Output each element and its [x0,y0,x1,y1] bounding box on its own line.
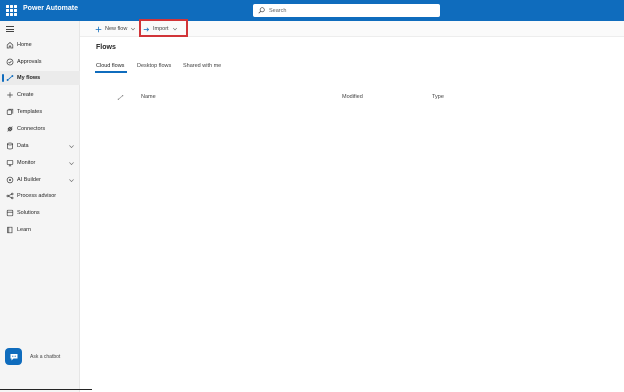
sidebar-item-label: Solutions [17,210,40,216]
column-header-modified[interactable]: Modified [342,94,363,100]
sidebar-item-monitor[interactable]: Monitor [0,156,80,170]
flow-icon [6,74,14,82]
tab-desktop-flows[interactable]: Desktop flows [137,63,171,69]
learn-icon [6,226,14,234]
chevron-down-icon[interactable] [68,160,75,167]
chatbot-label[interactable]: Ask a chatbot [30,354,60,360]
column-header-type[interactable]: Type [432,94,444,100]
sidebar-item-connectors[interactable]: Connectors [0,122,80,136]
sidebar-item-label: Monitor [17,160,36,166]
sidebar-item-approvals[interactable]: Approvals [0,55,80,69]
sidebar-item-label: AI Builder [17,177,41,183]
sidebar-item-label: Approvals [17,59,42,65]
sidebar-item-ai-builder[interactable]: AI Builder [0,173,80,187]
search-box[interactable]: Search [253,4,440,17]
monitor-icon [6,159,14,167]
top-bar: Power Automate Search [0,0,624,21]
chevron-down-icon[interactable] [68,177,75,184]
process-advisor-icon [6,192,14,200]
sidebar-item-data[interactable]: Data [0,139,80,153]
divider [0,389,92,390]
plus-icon [6,91,14,99]
chevron-down-icon [131,27,136,31]
data-icon [6,142,14,150]
flow-type-column-icon [117,95,124,100]
sidebar-item-label: Data [17,143,29,149]
sidebar-item-my-flows[interactable]: My flows [0,71,80,85]
connectors-icon [6,125,14,133]
sidebar-item-label: My flows [17,75,41,81]
column-header-name[interactable]: Name [141,94,156,100]
tab-shared-with-me[interactable]: Shared with me [183,63,221,69]
sidebar-item-label: Connectors [17,126,46,132]
app-title[interactable]: Power Automate [23,5,78,12]
home-icon [6,41,14,49]
sidebar-item-process-advisor[interactable]: Process advisor [0,189,80,203]
sidebar-item-label: Create [17,92,34,98]
new-flow-button[interactable]: New flow [95,24,136,34]
tab-cloud-flows[interactable]: Cloud flows [96,63,124,69]
hamburger-menu-icon[interactable] [6,26,14,32]
sidebar-item-learn[interactable]: Learn [0,223,80,237]
new-flow-label: New flow [105,26,128,32]
sidebar-item-label: Home [17,42,32,48]
sidebar-item-label: Process advisor [17,193,57,199]
sidebar: Home Approvals My flows Create Templates… [0,21,80,392]
chevron-down-icon[interactable] [68,143,75,150]
solutions-icon [6,209,14,217]
chatbot-icon [10,353,17,360]
plus-icon [95,26,102,32]
search-icon [258,7,265,14]
sidebar-item-label: Learn [17,227,32,233]
sidebar-item-label: Templates [17,109,43,115]
approvals-icon [6,58,14,66]
app-launcher-icon[interactable] [5,4,18,17]
ai-builder-icon [6,176,14,184]
chatbot-button[interactable] [5,348,22,365]
sidebar-item-templates[interactable]: Templates [0,105,80,119]
selected-tab-indicator [95,71,127,73]
sidebar-item-create[interactable]: Create [0,88,80,102]
active-indicator [2,74,4,82]
sidebar-item-solutions[interactable]: Solutions [0,206,80,220]
page-title: Flows [96,44,116,51]
sidebar-item-home[interactable]: Home [0,38,80,52]
templates-icon [6,108,14,116]
import-highlight-box [139,19,188,37]
search-input[interactable]: Search [269,8,286,14]
